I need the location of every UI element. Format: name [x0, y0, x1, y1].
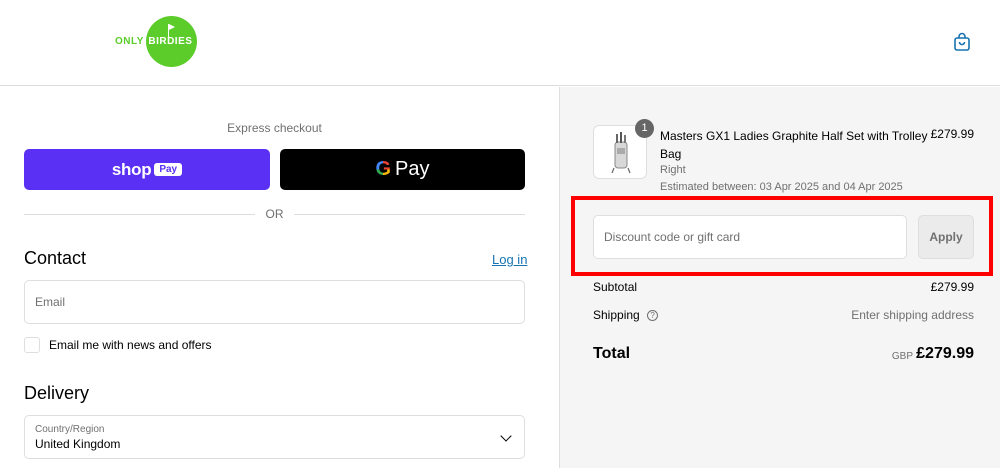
checkout-header: ONLY BIRDIES	[0, 0, 1000, 86]
product-title: Masters GX1 Ladies Graphite Half Set wit…	[660, 129, 928, 161]
only-birdies-logo[interactable]: ONLY BIRDIES	[115, 15, 197, 67]
quantity-badge: 1	[635, 119, 654, 138]
delivery-estimate: Estimated between: 03 Apr 2025 and 04 Ap…	[660, 181, 903, 193]
shipping-value: Enter shipping address	[851, 308, 974, 322]
question-circle-icon[interactable]: ?	[647, 310, 659, 322]
email-field[interactable]	[24, 280, 525, 324]
order-summary-column: 1 Masters GX1 Ladies Graphite Half Set w…	[559, 87, 1000, 468]
shop-pay-badge: Pay	[154, 163, 183, 176]
google-pay-button[interactable]: G Pay	[280, 149, 525, 190]
country-region-value: United Kingdom	[35, 437, 121, 451]
shipping-row: Shipping ?	[593, 308, 659, 322]
delivery-heading: Delivery	[24, 383, 90, 403]
shop-pay-button[interactable]: shop Pay	[24, 149, 270, 190]
discount-code-input[interactable]	[593, 215, 907, 259]
or-divider-label: OR	[265, 207, 284, 221]
newsletter-checkbox[interactable]	[24, 337, 40, 353]
shipping-label: Shipping	[593, 308, 640, 322]
product-price: £279.99	[930, 127, 974, 141]
product-variant: Right	[660, 164, 686, 176]
country-region-label: Country/Region	[35, 424, 105, 435]
newsletter-label: Email me with news and offers	[49, 338, 212, 352]
country-region-select[interactable]: Country/Region United Kingdom	[24, 415, 525, 459]
contact-heading: Contact	[24, 248, 87, 268]
shopping-bag-icon[interactable]	[952, 32, 972, 52]
logo-circle: BIRDIES	[145, 15, 197, 67]
shop-pay-wordmark: shop	[111, 159, 152, 179]
google-pay-label: Pay	[395, 158, 430, 180]
total-currency: GBP	[891, 351, 913, 362]
login-link[interactable]: Log in	[492, 252, 527, 267]
logo-text-only: ONLY	[115, 35, 144, 47]
subtotal-value: £279.99	[930, 280, 974, 294]
express-checkout-label: Express checkout	[227, 121, 322, 135]
logo-text-birdies: BIRDIES	[148, 35, 193, 47]
golf-flag-icon	[167, 23, 175, 38]
golf-bag-image	[611, 132, 631, 174]
total-value: £279.99	[916, 345, 974, 362]
apply-discount-button[interactable]: Apply	[918, 215, 974, 259]
subtotal-label: Subtotal	[593, 280, 638, 294]
google-g-icon: G	[375, 158, 392, 180]
total-label: Total	[593, 345, 631, 362]
checkout-form-column: Express checkout shop Pay G Pay OR Conta…	[0, 87, 559, 468]
